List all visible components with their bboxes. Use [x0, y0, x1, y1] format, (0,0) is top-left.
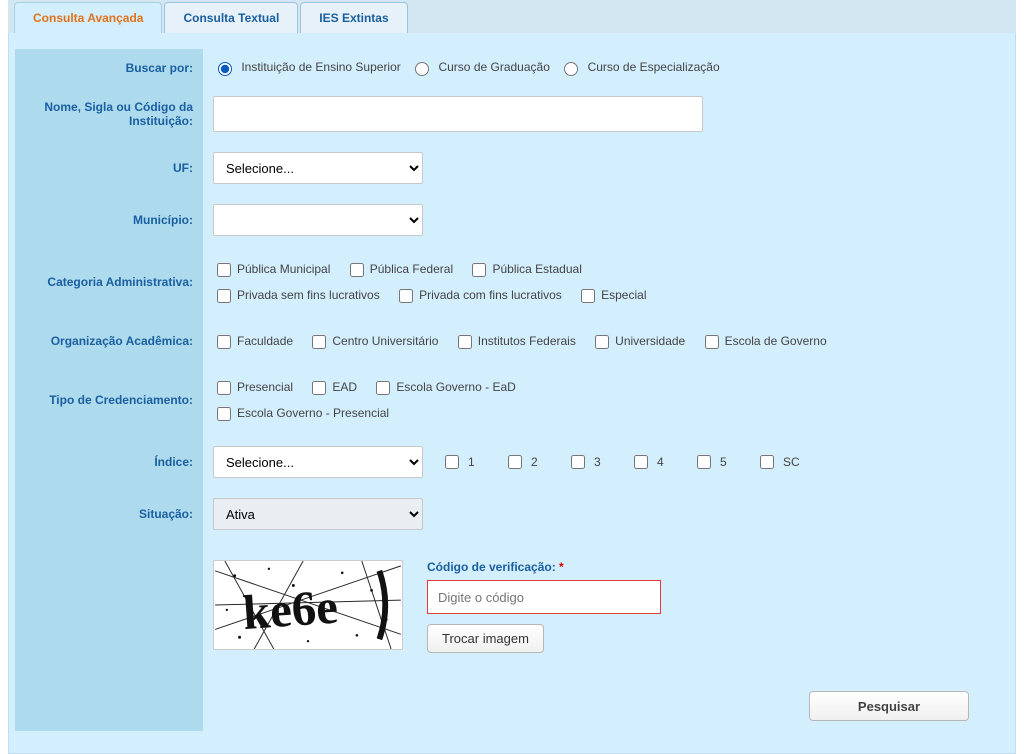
tab-consulta-avancada[interactable]: Consulta Avançada [14, 2, 162, 33]
svg-text:ke6e: ke6e [241, 579, 340, 640]
select-situacao[interactable]: Ativa [213, 498, 423, 530]
select-municipio[interactable] [213, 204, 423, 236]
cb-faculdade[interactable] [217, 335, 231, 349]
select-uf[interactable]: Selecione... [213, 152, 423, 184]
cb-privada-sem-fins[interactable] [217, 289, 231, 303]
btn-pesquisar[interactable]: Pesquisar [809, 691, 969, 721]
label-situacao: Situação: [15, 488, 203, 540]
radio-instituicao-label: Instituição de Ensino Superior [241, 60, 400, 74]
label-organizacao: Organização Acadêmica: [15, 318, 203, 364]
captcha-label: Código de verificação: * [427, 560, 564, 574]
radio-graduacao[interactable] [415, 62, 429, 76]
label-municipio: Município: [15, 194, 203, 246]
radio-especializacao-label: Curso de Especialização [588, 60, 720, 74]
btn-trocar-imagem[interactable]: Trocar imagem [427, 624, 544, 653]
cb-indice-1[interactable] [445, 455, 459, 469]
cb-centro-universitario[interactable] [312, 335, 326, 349]
cb-publica-federal[interactable] [350, 263, 364, 277]
captcha-image: ke6e [213, 560, 403, 650]
label-categoria: Categoria Administrativa: [15, 246, 203, 318]
input-captcha[interactable] [427, 580, 661, 614]
cb-privada-com-fins[interactable] [399, 289, 413, 303]
cb-especial[interactable] [581, 289, 595, 303]
label-nome: Nome, Sigla ou Código da Instituição: [15, 86, 203, 142]
cb-escola-governo[interactable] [705, 335, 719, 349]
label-captcha-empty [15, 540, 203, 673]
select-indice[interactable]: Selecione... [213, 446, 423, 478]
cb-indice-3[interactable] [571, 455, 585, 469]
input-nome[interactable] [213, 96, 703, 132]
tab-ies-extintas[interactable]: IES Extintas [300, 2, 407, 33]
radio-graduacao-label: Curso de Graduação [438, 60, 549, 74]
cb-universidade[interactable] [595, 335, 609, 349]
cb-publica-municipal[interactable] [217, 263, 231, 277]
cb-indice-2[interactable] [508, 455, 522, 469]
tab-consulta-textual[interactable]: Consulta Textual [164, 2, 298, 33]
cb-presencial[interactable] [217, 381, 231, 395]
cb-indice-sc[interactable] [760, 455, 774, 469]
tabs: Consulta Avançada Consulta Textual IES E… [8, 0, 1016, 33]
radio-instituicao[interactable] [218, 62, 232, 76]
cb-indice-5[interactable] [697, 455, 711, 469]
label-tipo-cred: Tipo de Credenciamento: [15, 364, 203, 436]
label-uf: UF: [15, 142, 203, 194]
label-indice: Índice: [15, 436, 203, 488]
cb-publica-estadual[interactable] [472, 263, 486, 277]
form-panel: Buscar por: Instituição de Ensino Superi… [8, 33, 1016, 754]
cb-institutos-federais[interactable] [458, 335, 472, 349]
radio-especializacao[interactable] [564, 62, 578, 76]
cb-escola-governo-presencial[interactable] [217, 407, 231, 421]
cb-indice-4[interactable] [634, 455, 648, 469]
label-buscar-por: Buscar por: [15, 49, 203, 86]
cb-ead[interactable] [312, 381, 326, 395]
cb-escola-governo-ead[interactable] [376, 381, 390, 395]
